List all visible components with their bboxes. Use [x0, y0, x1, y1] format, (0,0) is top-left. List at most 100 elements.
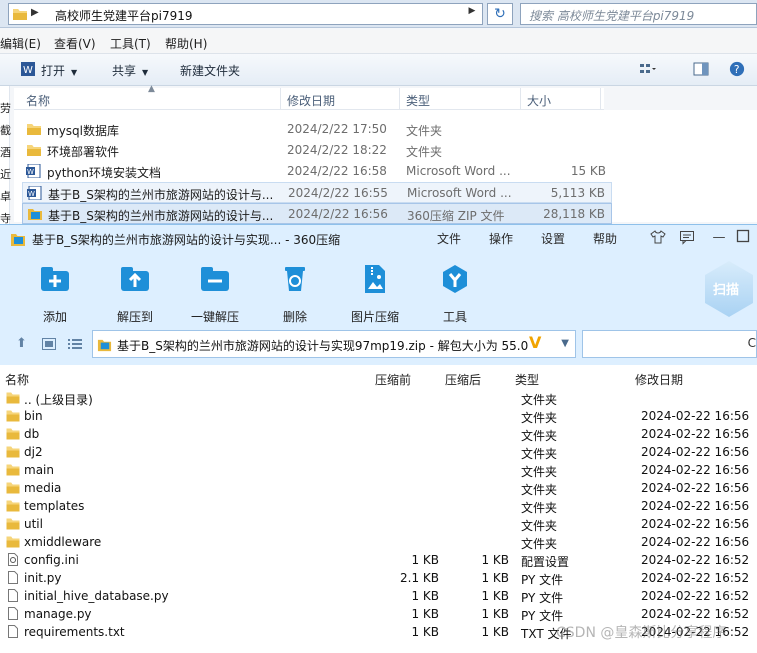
zip-file-name: requirements.txt [24, 625, 125, 639]
menu-tools[interactable]: 工具(T) [110, 35, 151, 52]
tools-button[interactable]: 工具 [425, 263, 485, 325]
zip-file-modified: 2024-02-22 16:56 [641, 463, 750, 477]
column-type[interactable]: 类型 [406, 92, 430, 109]
nav-item[interactable]: 劳 [0, 100, 11, 116]
file-row[interactable]: W python环境安装文档 2024/2/22 16:58 Microsoft… [22, 161, 612, 182]
zip-file-modified: 2024-02-22 16:52 [641, 553, 750, 567]
zip-file-row[interactable]: xmiddleware 文件夹 2024-02-22 16:56 [0, 533, 757, 551]
column-packed[interactable]: 压缩前 [375, 371, 411, 388]
file-date: 2024/2/22 16:58 [287, 164, 387, 178]
column-divider[interactable] [600, 88, 601, 110]
column-name[interactable]: 名称 [26, 92, 50, 109]
search-input[interactable]: 搜索 高校师生党建平台pi7919 [520, 3, 757, 25]
zip-file-name: dj2 [24, 445, 43, 459]
zip-file-name: init.py [24, 571, 62, 585]
menu-settings[interactable]: 设置 [541, 230, 565, 247]
share-button[interactable]: 共享 ▼ [112, 62, 148, 79]
zip-file-name: .. (上级目录) [24, 393, 93, 407]
skin-button[interactable] [649, 229, 667, 247]
menu-view[interactable]: 查看(V) [54, 35, 96, 52]
refresh-button[interactable]: ↻ [487, 3, 513, 25]
zip-file-row[interactable]: manage.py 1 KB 1 KB PY 文件 2024-02-22 16:52 [0, 605, 757, 623]
column-divider[interactable] [399, 88, 400, 110]
list-view-icon[interactable] [68, 338, 82, 350]
thumbnail-view-icon[interactable] [42, 338, 56, 350]
watermark: CSDN @皇森斯比分享程序 [556, 625, 727, 641]
tool-label: 工具 [442, 310, 467, 324]
file-row-selected[interactable]: 基于B_S架构的兰州市旅游网站的设计与... 2024/2/22 16:56 3… [22, 203, 612, 224]
zip-file-packed: 1 KB [411, 553, 439, 567]
zip-file-row[interactable]: db 文件夹 2024-02-22 16:56 [0, 425, 757, 443]
feedback-button[interactable] [678, 229, 696, 247]
one-click-extract-button[interactable]: 一键解压 [185, 263, 245, 325]
file-row[interactable]: mysql数据库 2024/2/22 17:50 文件夹 [22, 119, 612, 140]
nav-item[interactable]: 近 [0, 166, 11, 182]
nav-item[interactable]: 截 [0, 122, 11, 138]
menu-operate[interactable]: 操作 [489, 230, 513, 247]
column-date[interactable]: 修改日期 [287, 92, 335, 109]
nav-item[interactable]: 卓 [0, 188, 11, 204]
delete-button[interactable]: 删除 [265, 263, 325, 325]
column-divider[interactable] [280, 88, 281, 110]
zip-file-row[interactable]: util 文件夹 2024-02-22 16:56 [0, 515, 757, 533]
image-compress-button[interactable]: 图片压缩 [345, 263, 405, 325]
zip-file-row[interactable]: config.ini 1 KB 1 KB 配置设置 2024-02-22 16:52 [0, 551, 757, 569]
zip-file-modified: 2024-02-22 16:56 [641, 481, 750, 495]
file-icon [8, 625, 18, 638]
zip-file-name: db [24, 427, 40, 441]
zip-file-row[interactable]: initial_hive_database.py 1 KB 1 KB PY 文件 202… [0, 587, 757, 605]
extract-to-button[interactable]: 解压到 [105, 263, 165, 325]
column-type[interactable]: 类型 [515, 371, 539, 388]
arrow-up-icon[interactable]: ⬆ [16, 336, 27, 351]
zip-file-type: 文件夹 [521, 429, 558, 443]
column-size[interactable]: 大小 [527, 92, 551, 109]
open-button[interactable]: 打开 ▼ [41, 62, 77, 79]
column-divider[interactable] [520, 88, 521, 110]
folder-icon [6, 428, 20, 440]
zip-file-unpacked: 1 KB [481, 553, 509, 567]
column-name[interactable]: 名称 [5, 371, 29, 388]
menu-file[interactable]: 文件 [437, 230, 461, 247]
chevron-down-icon[interactable]: ▼ [561, 338, 569, 349]
search-input[interactable]: C [582, 330, 757, 358]
zip-file-row[interactable]: dj2 文件夹 2024-02-22 16:56 [0, 443, 757, 461]
zip-title-bar: 基于B_S架构的兰州市旅游网站的设计与实现... - 360压缩 文件 操作 设… [0, 225, 757, 253]
menu-edit[interactable]: 编辑(E) [0, 35, 41, 52]
view-options-icon[interactable] [638, 61, 656, 77]
zip-file-row[interactable]: bin 文件夹 2024-02-22 16:56 [0, 407, 757, 425]
file-row[interactable]: W 基于B_S架构的兰州市旅游网站的设计与... 2024/2/22 16:55… [22, 182, 612, 203]
column-unpacked[interactable]: 压缩后 [445, 371, 481, 388]
add-button[interactable]: 添加 [25, 263, 85, 325]
file-row[interactable]: 环境部署软件 2024/2/22 18:22 文件夹 [22, 140, 612, 161]
zip-file-packed: 1 KB [411, 589, 439, 603]
scan-button[interactable]: 扫描 [705, 261, 753, 317]
minimize-button[interactable]: — [710, 229, 728, 247]
new-folder-button[interactable]: 新建文件夹 [180, 62, 240, 79]
help-icon[interactable]: ? [728, 61, 746, 77]
address-bar[interactable]: ▶ 高校师生党建平台pi7919 ▶ [8, 3, 483, 25]
archive-path-field[interactable]: 基于B_S架构的兰州市旅游网站的设计与实现97mp19.zip - 解包大小为 … [92, 330, 576, 358]
chevron-right-icon[interactable]: ▶ [464, 6, 480, 22]
tools-hexagon-icon [443, 265, 467, 293]
zip-file-list: .. (上级目录) 文件夹 bin 文件夹 2024-02-22 16:56 db 文件夹 2… [0, 389, 757, 653]
column-modified[interactable]: 修改日期 [635, 371, 683, 388]
zip-file-row[interactable]: media 文件夹 2024-02-22 16:56 [0, 479, 757, 497]
menu-help[interactable]: 帮助(H) [165, 35, 207, 52]
zip-file-name: util [24, 517, 43, 531]
zip-file-name: xmiddleware [24, 535, 102, 549]
zip-file-row[interactable]: init.py 2.1 KB 1 KB PY 文件 2024-02-22 16:52 [0, 569, 757, 587]
zip-file-row[interactable]: main 文件夹 2024-02-22 16:56 [0, 461, 757, 479]
zip-file-type: 文件夹 [521, 483, 558, 497]
breadcrumb-current[interactable]: 高校师生党建平台pi7919 [55, 7, 193, 24]
file-icon [8, 607, 18, 620]
zip-file-row[interactable]: templates 文件夹 2024-02-22 16:56 [0, 497, 757, 515]
maximize-button[interactable] [734, 229, 752, 247]
zip-file-type: 文件夹 [521, 501, 558, 515]
settings-file-icon [8, 553, 18, 566]
folder-icon [6, 518, 20, 530]
nav-item[interactable]: 酒 [0, 144, 11, 160]
menu-help[interactable]: 帮助 [593, 230, 617, 247]
zip-file-row[interactable]: .. (上级目录) 文件夹 [0, 389, 757, 407]
sort-up-icon: ▲ [148, 84, 155, 94]
preview-pane-icon[interactable] [692, 61, 710, 77]
